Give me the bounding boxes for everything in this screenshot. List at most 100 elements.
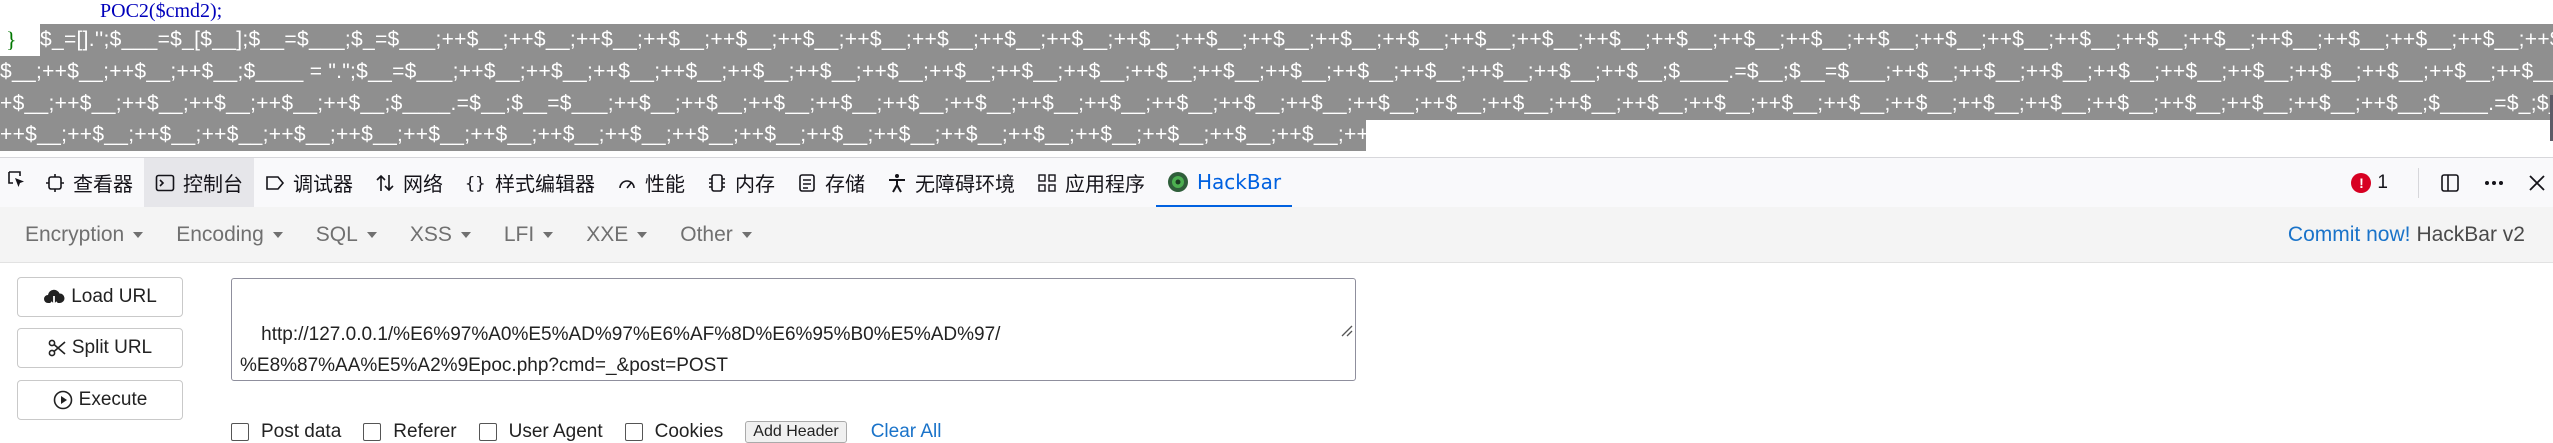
url-textarea[interactable]: http://127.0.0.1/%E6%97%A0%E5%AD%97%E6%A…	[231, 278, 1356, 381]
code-line-poc2: POC2($cmd2);	[100, 0, 223, 22]
menu-label: Other	[680, 222, 733, 246]
code-closing-brace: }	[6, 27, 17, 52]
resize-grip-icon[interactable]	[1307, 285, 1353, 378]
tab-performance[interactable]: 性能	[606, 158, 696, 207]
element-picker-button[interactable]	[0, 158, 34, 207]
tab-label: 查看器	[73, 172, 133, 196]
load-url-button[interactable]: Load URL	[17, 277, 183, 317]
network-icon	[375, 173, 395, 193]
toolbar-divider	[2418, 167, 2419, 198]
element-picker-icon	[7, 170, 27, 195]
tab-label: 无障碍环境	[915, 172, 1015, 196]
url-text: http://127.0.0.1/%E6%97%A0%E5%AD%97%E6%A…	[240, 324, 1001, 376]
checkbox-box[interactable]	[231, 423, 249, 441]
performance-icon	[617, 173, 637, 193]
tab-label: 网络	[403, 172, 443, 196]
console-icon	[155, 173, 175, 193]
checkbox-label: User Agent	[508, 421, 603, 442]
debugger-icon	[265, 173, 285, 193]
chevron-down-icon	[637, 231, 648, 238]
commit-now-link[interactable]: Commit now!	[2288, 223, 2411, 246]
checkbox-label: Post data	[261, 421, 342, 442]
user-agent-checkbox[interactable]: User Agent	[478, 421, 603, 443]
menu-label: SQL	[315, 222, 358, 246]
menu-encryption[interactable]: Encryption	[25, 222, 144, 247]
inspector-icon	[45, 173, 65, 193]
chevron-down-icon	[460, 231, 471, 238]
execute-button[interactable]: Execute	[17, 380, 183, 420]
tab-label: 性能	[645, 172, 685, 196]
menu-label: XSS	[409, 222, 452, 246]
selected-code-line-4: ++$__;++$__;++$__;++$__;++$__;++$__;++$_…	[0, 119, 1366, 151]
checkbox-label: Referer	[393, 421, 457, 442]
checkbox-box[interactable]	[363, 423, 382, 441]
menu-sql[interactable]: SQL	[316, 223, 377, 247]
error-count-badge[interactable]: ! 1	[2351, 172, 2388, 194]
memory-icon	[707, 173, 727, 193]
checkbox-box[interactable]	[478, 423, 497, 441]
hackbar-version-area: Commit now! HackBar v2	[2288, 223, 2525, 247]
play-circle-icon	[53, 390, 73, 410]
post-data-checkbox[interactable]: Post data	[231, 421, 341, 443]
tab-storage[interactable]: 存储	[786, 158, 876, 207]
menu-xss[interactable]: XSS	[410, 223, 471, 247]
tab-network[interactable]: 网络	[364, 158, 454, 207]
tab-debugger[interactable]: 调试器	[254, 158, 364, 207]
tab-console[interactable]: 控制台	[144, 158, 254, 207]
svg-text:{}: {}	[465, 174, 485, 193]
more-options-icon[interactable]	[2483, 172, 2505, 194]
tab-accessibility[interactable]: 无障碍环境	[876, 158, 1026, 207]
add-header-button[interactable]: Add Header	[745, 421, 847, 443]
scissors-icon	[48, 339, 66, 357]
cookies-checkbox[interactable]: Cookies	[624, 421, 724, 443]
tab-memory[interactable]: 内存	[696, 158, 786, 207]
menu-encoding[interactable]: Encoding	[176, 223, 283, 247]
tab-label: 控制台	[183, 172, 243, 196]
menu-xxe[interactable]: XXE	[586, 222, 648, 247]
accessibility-icon	[887, 173, 907, 193]
tab-label: 内存	[735, 172, 775, 196]
chevron-down-icon	[366, 231, 377, 238]
page-source-view: POC2($cmd2); } $_=[].'';$___=$_[$__];$__…	[0, 0, 2553, 157]
storage-icon	[797, 173, 817, 193]
tab-label: 应用程序	[1065, 172, 1145, 196]
dock-side-icon[interactable]	[2439, 172, 2461, 194]
request-options: Post data Referer User Agent Cookies Add…	[231, 421, 941, 443]
application-icon	[1037, 173, 1057, 193]
tab-label: HackBar	[1197, 169, 1282, 194]
tab-inspector[interactable]: 查看器	[34, 158, 144, 207]
chevron-down-icon	[543, 231, 554, 238]
clear-all-link[interactable]: Clear All	[871, 421, 942, 443]
menu-label: LFI	[503, 222, 535, 246]
selected-code-line-1: $_=[].'';$___=$_[$__];$__=$___;$_=$___;+…	[40, 24, 2553, 56]
menu-label: Encryption	[25, 222, 125, 246]
menu-lfi[interactable]: LFI	[503, 222, 554, 247]
tab-application[interactable]: 应用程序	[1026, 158, 1156, 207]
hackbar-version: HackBar v2	[2416, 222, 2525, 246]
split-url-button[interactable]: Split URL	[17, 328, 183, 368]
tab-style-editor[interactable]: {} 样式编辑器	[454, 158, 606, 207]
devtools-toolbar: 查看器 控制台 调试器 网络 {} 样式编辑器 性能 内存 存储 无障碍环境 应…	[0, 157, 2553, 208]
hackbar-icon	[1167, 171, 1189, 193]
tab-label: 调试器	[293, 172, 353, 196]
hackbar-panel: Load URL Split URL Execute http://127.0.…	[0, 263, 2553, 443]
chevron-down-icon	[272, 231, 283, 238]
menu-other[interactable]: Other	[680, 223, 752, 247]
cloud-download-icon	[43, 288, 65, 306]
tab-hackbar[interactable]: HackBar	[1156, 158, 1293, 207]
error-count: 1	[2377, 171, 2388, 193]
menu-label: Encoding	[176, 222, 264, 246]
style-editor-icon: {}	[465, 173, 487, 193]
checkbox-label: Cookies	[654, 421, 724, 442]
selected-code-line-3: +$__;++$__;++$__;++$__;++$__;++$__;$____…	[0, 88, 2553, 120]
menu-label: XXE	[586, 222, 629, 246]
tab-label: 样式编辑器	[495, 172, 595, 196]
button-label: Split URL	[71, 337, 153, 358]
referer-checkbox[interactable]: Referer	[363, 421, 457, 443]
checkbox-box[interactable]	[624, 423, 643, 441]
chevron-down-icon	[133, 231, 144, 238]
chevron-down-icon	[741, 231, 752, 238]
tab-label: 存储	[825, 172, 865, 196]
button-label: Execute	[78, 389, 148, 410]
close-icon[interactable]	[2527, 173, 2547, 193]
